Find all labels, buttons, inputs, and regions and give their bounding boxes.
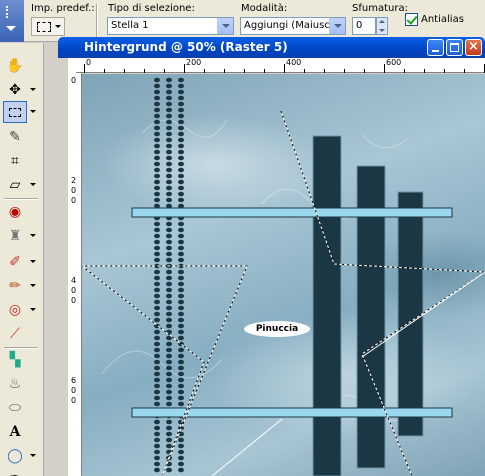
separator: [4, 198, 38, 200]
options-palette-grip[interactable]: [0, 0, 24, 42]
chevron-down-icon[interactable]: [30, 454, 36, 457]
mode-label: Modalità:: [241, 3, 288, 14]
crop-tool-icon[interactable]: ⌗: [3, 150, 27, 172]
ruler-label: 0: [86, 58, 92, 67]
red-eye-icon[interactable]: ◉: [3, 201, 27, 223]
image-titlebar[interactable]: Hintergrund @ 50% (Raster 5) ×: [58, 37, 485, 58]
mode-value: Aggiungi (Maiusc): [244, 20, 334, 31]
ruler-label: 0: [71, 196, 77, 205]
minimize-button[interactable]: [427, 39, 444, 56]
chevron-down-icon[interactable]: [30, 308, 36, 311]
color-replacer-icon[interactable]: ▚: [3, 349, 27, 371]
ruler-vertical: 0 2 0 0 4 0 0 6 0 0: [68, 73, 82, 476]
ruler-label: 4: [71, 276, 77, 285]
mode-select[interactable]: Aggiungi (Maiusc): [240, 17, 346, 35]
close-icon: ×: [468, 39, 479, 54]
ruler-label: 0: [71, 396, 77, 405]
maximize-button[interactable]: [446, 39, 463, 56]
move-tool-icon[interactable]: ✥: [3, 79, 27, 101]
ruler-label: 0: [71, 286, 77, 295]
retouch-brush-icon[interactable]: ✏: [3, 275, 27, 297]
spin-down-icon[interactable]: [379, 29, 385, 32]
antialias-checkbox[interactable]: [405, 13, 418, 26]
ruler-label: 2: [71, 176, 77, 185]
chevron-down-icon[interactable]: [217, 18, 233, 34]
deform-tool-icon[interactable]: ▱: [3, 174, 27, 196]
chevron-down-icon[interactable]: [329, 18, 345, 34]
ruler-label: 0: [71, 386, 77, 395]
minimize-icon: [432, 50, 439, 52]
flood-fill-icon[interactable]: ♨: [3, 373, 27, 395]
feather-input[interactable]: 0: [352, 17, 376, 35]
chevron-down-icon[interactable]: [30, 234, 36, 237]
warp-brush-icon[interactable]: ◎: [3, 299, 27, 321]
eyedropper-icon[interactable]: ✎: [3, 126, 27, 148]
ruler-horizontal: 0 200 400 600: [76, 58, 485, 73]
paint-brush-icon[interactable]: ✐: [3, 251, 27, 273]
ruler-label: 0: [71, 186, 77, 195]
selection-type-select[interactable]: Stella 1: [107, 17, 234, 35]
image-window-title: Hintergrund @ 50% (Raster 5): [84, 40, 288, 54]
grip-dots-icon: [6, 6, 18, 18]
preset-button[interactable]: [31, 17, 65, 36]
ruler-label: 600: [386, 58, 402, 67]
spin-up-icon[interactable]: [379, 20, 385, 23]
pan-tool-icon[interactable]: ✋: [3, 55, 27, 77]
ruler-label: 0: [71, 76, 77, 85]
chevron-down-icon[interactable]: [30, 110, 36, 113]
canvas-artwork: [82, 77, 485, 476]
eraser-icon[interactable]: ⟋: [3, 323, 27, 345]
picture-tube-icon[interactable]: ⬭: [3, 397, 27, 419]
chevron-down-icon[interactable]: [30, 183, 36, 186]
selection-tool-icon[interactable]: [3, 101, 27, 123]
chevron-down-icon: [55, 25, 61, 28]
feather-value: 0: [356, 20, 363, 31]
antialias-label: Antialias: [421, 14, 464, 25]
feather-spinner[interactable]: [376, 17, 388, 35]
pen-tool-icon[interactable]: ✒: [3, 467, 27, 476]
tools-toolbar: ✋ ✥ ✎ ⌗ ▱ ◉ ♜ ✐ ✏ ◎ ⟋ ▚ ♨ ⬭ A ◯ ✒: [0, 43, 44, 476]
selection-type-value: Stella 1: [111, 20, 149, 31]
text-tool-icon[interactable]: A: [3, 421, 27, 443]
close-button[interactable]: ×: [465, 39, 482, 56]
watermark-label: Pinuccia: [244, 321, 310, 337]
clone-brush-icon[interactable]: ♜: [3, 225, 27, 247]
tool-options-bar: Imp. predef.: Tipo di selezione: Stella …: [0, 0, 485, 42]
chevron-down-icon[interactable]: [30, 260, 36, 263]
separator: [96, 4, 98, 38]
selection-rectangle-icon: [37, 22, 51, 32]
ruler-label: 400: [286, 58, 302, 67]
preset-shape-icon[interactable]: ◯: [3, 445, 27, 467]
palette-menu-arrow-icon[interactable]: [6, 26, 16, 31]
chevron-down-icon[interactable]: [30, 88, 36, 91]
preset-label: Imp. predef.:: [31, 3, 95, 14]
selection-type-label: Tipo di selezione:: [108, 3, 195, 14]
ruler-corner: [68, 58, 76, 73]
maximize-icon: [450, 43, 459, 52]
ruler-label: 200: [186, 58, 202, 67]
feather-label: Sfumatura:: [352, 3, 408, 14]
ruler-label: 6: [71, 376, 77, 385]
chevron-down-icon[interactable]: [30, 284, 36, 287]
image-canvas[interactable]: Pinuccia: [82, 74, 485, 476]
ruler-label: 0: [71, 296, 77, 305]
image-window: Hintergrund @ 50% (Raster 5) × 0 200 400…: [58, 37, 485, 476]
